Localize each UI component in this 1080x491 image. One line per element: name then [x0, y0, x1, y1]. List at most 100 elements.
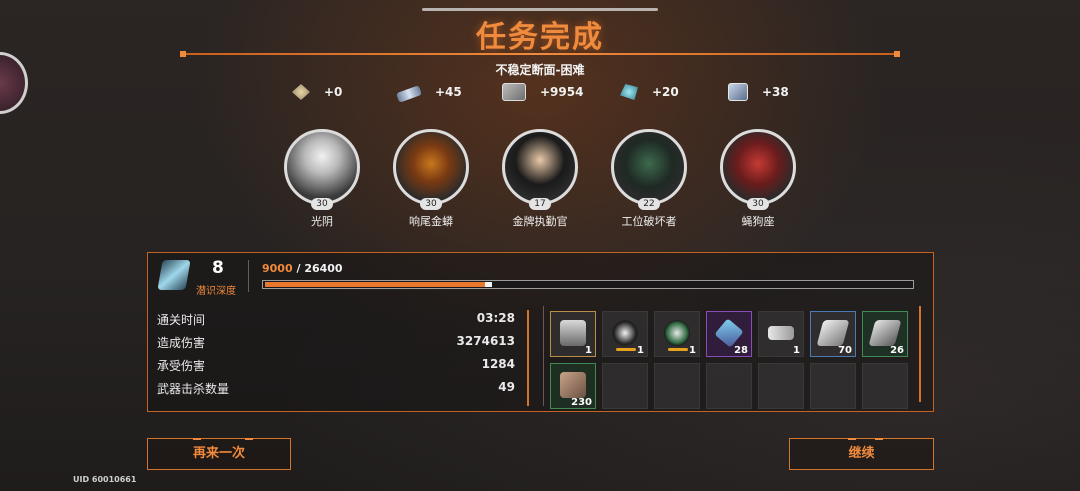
- item-count: 1: [793, 345, 800, 356]
- stats-scrollbar[interactable]: [527, 310, 529, 406]
- reward-value: +9954: [540, 85, 584, 99]
- depth-indicator: 8 潜识深度: [157, 258, 244, 297]
- item-slot[interactable]: 28: [706, 311, 752, 357]
- stat-row: 通关时间 03:28: [157, 311, 515, 334]
- character-portrait: 17: [502, 129, 578, 210]
- weapon-portrait: 22: [611, 129, 687, 210]
- item-slot[interactable]: 26: [862, 311, 908, 357]
- scrap-icon: [560, 372, 586, 398]
- currency-icon: [502, 83, 526, 101]
- stat-row: 造成伤害 3274613: [157, 334, 515, 357]
- mech-portrait: 30: [720, 129, 796, 210]
- continue-button[interactable]: 继续: [789, 438, 934, 470]
- level-badge: 30: [747, 198, 769, 210]
- item-slot[interactable]: 1: [550, 311, 596, 357]
- level-badge: 17: [529, 198, 551, 210]
- item-count: 1: [689, 345, 696, 356]
- item-count: 26: [890, 345, 904, 356]
- progress-total: / 26400: [296, 262, 343, 275]
- divider: [248, 260, 249, 292]
- item-slot[interactable]: 70: [810, 311, 856, 357]
- item-slot[interactable]: 1: [758, 311, 804, 357]
- rarity-bar: [668, 348, 688, 351]
- stat-value: 3274613: [456, 334, 515, 348]
- item-count: 1: [637, 345, 644, 356]
- title-divider: [180, 51, 900, 57]
- chip-icon: [728, 83, 748, 101]
- items-scrollbar[interactable]: [919, 306, 921, 402]
- reward-value: +45: [435, 85, 462, 99]
- reward-chip: +38: [728, 83, 789, 101]
- pistol-icon: [768, 326, 794, 340]
- stat-label: 造成伤害: [157, 336, 206, 350]
- retry-button[interactable]: 再来一次: [147, 438, 291, 470]
- item-slot[interactable]: 1: [602, 311, 648, 357]
- reward-gem: +0: [292, 83, 342, 101]
- rarity-bar: [616, 348, 636, 351]
- empty-slot: [862, 363, 908, 409]
- item-grid: 1 1 1 28 1 70 26 230: [550, 311, 912, 409]
- progress-current: 9000: [262, 262, 293, 275]
- panda-badge-icon: [612, 320, 638, 346]
- item-slot[interactable]: 230: [550, 363, 596, 409]
- empty-slot: [810, 363, 856, 409]
- page-title: 任务完成: [476, 20, 604, 55]
- empty-slot: [758, 363, 804, 409]
- team-member[interactable]: 30 光阴: [280, 129, 364, 229]
- stat-value: 1284: [481, 357, 515, 371]
- reward-crystal: +20: [620, 83, 679, 101]
- character-name: 工位破坏者: [621, 215, 677, 228]
- crystal-icon: [620, 84, 638, 100]
- stat-value: 03:28: [476, 311, 515, 325]
- metal-plate-icon: [816, 320, 850, 346]
- level-badge: 30: [311, 198, 333, 210]
- empty-slot: [654, 363, 700, 409]
- item-count: 28: [734, 345, 748, 356]
- reward-value: +38: [762, 85, 789, 99]
- level-badge: 22: [638, 198, 660, 210]
- character-name: 金牌执勤官: [512, 215, 568, 228]
- stage-name: 不稳定断面-困难: [495, 63, 585, 77]
- character-name: 蝇狗座: [741, 215, 775, 228]
- reward-value: +20: [652, 85, 679, 99]
- depth-crystal-icon: [157, 260, 191, 290]
- depth-label: 潜识深度: [196, 286, 236, 297]
- reward-value: +0: [324, 85, 343, 99]
- alloy-plate-icon: [868, 320, 902, 346]
- stat-label: 承受伤害: [157, 359, 206, 373]
- green-badge-icon: [664, 320, 690, 346]
- reward-currency: +9954: [502, 83, 583, 101]
- reward-weapon-part: +45: [396, 83, 462, 103]
- item-count: 1: [585, 345, 592, 356]
- top-handle: [422, 8, 658, 11]
- character-portrait: 30: [284, 129, 360, 210]
- stats-list: 通关时间 03:28 造成伤害 3274613 承受伤害 1284 武器击杀数量…: [157, 311, 515, 403]
- divider: [543, 306, 544, 406]
- depth-value: 8: [212, 258, 224, 278]
- weapon-portrait: 30: [393, 129, 469, 210]
- progress-fill: [265, 282, 492, 287]
- weapon-part-icon: [396, 85, 422, 103]
- stat-value: 49: [498, 380, 515, 394]
- team-member[interactable]: 30 响尾金蟒: [389, 129, 473, 229]
- team-member[interactable]: 17 金牌执勤官: [498, 129, 582, 229]
- character-name: 响尾金蟒: [409, 215, 453, 228]
- team-member[interactable]: 22 工位破坏者: [607, 129, 691, 229]
- stat-row: 承受伤害 1284: [157, 357, 515, 380]
- team-member[interactable]: 30 蝇狗座: [716, 129, 800, 229]
- empty-slot: [706, 363, 752, 409]
- gem-icon: [292, 84, 310, 100]
- progress-bar: [262, 280, 914, 289]
- stat-label: 武器击杀数量: [157, 382, 230, 396]
- progress-text: 9000 / 26400: [262, 262, 343, 275]
- item-count: 70: [838, 345, 852, 356]
- item-count: 230: [571, 397, 592, 408]
- probe-icon: [714, 318, 744, 348]
- user-id: UID 60010661: [73, 475, 137, 484]
- supply-box-icon: [560, 320, 586, 346]
- item-slot[interactable]: 1: [654, 311, 700, 357]
- level-badge: 30: [420, 198, 442, 210]
- empty-slot: [602, 363, 648, 409]
- stat-label: 通关时间: [157, 313, 206, 327]
- character-name: 光阴: [311, 215, 333, 228]
